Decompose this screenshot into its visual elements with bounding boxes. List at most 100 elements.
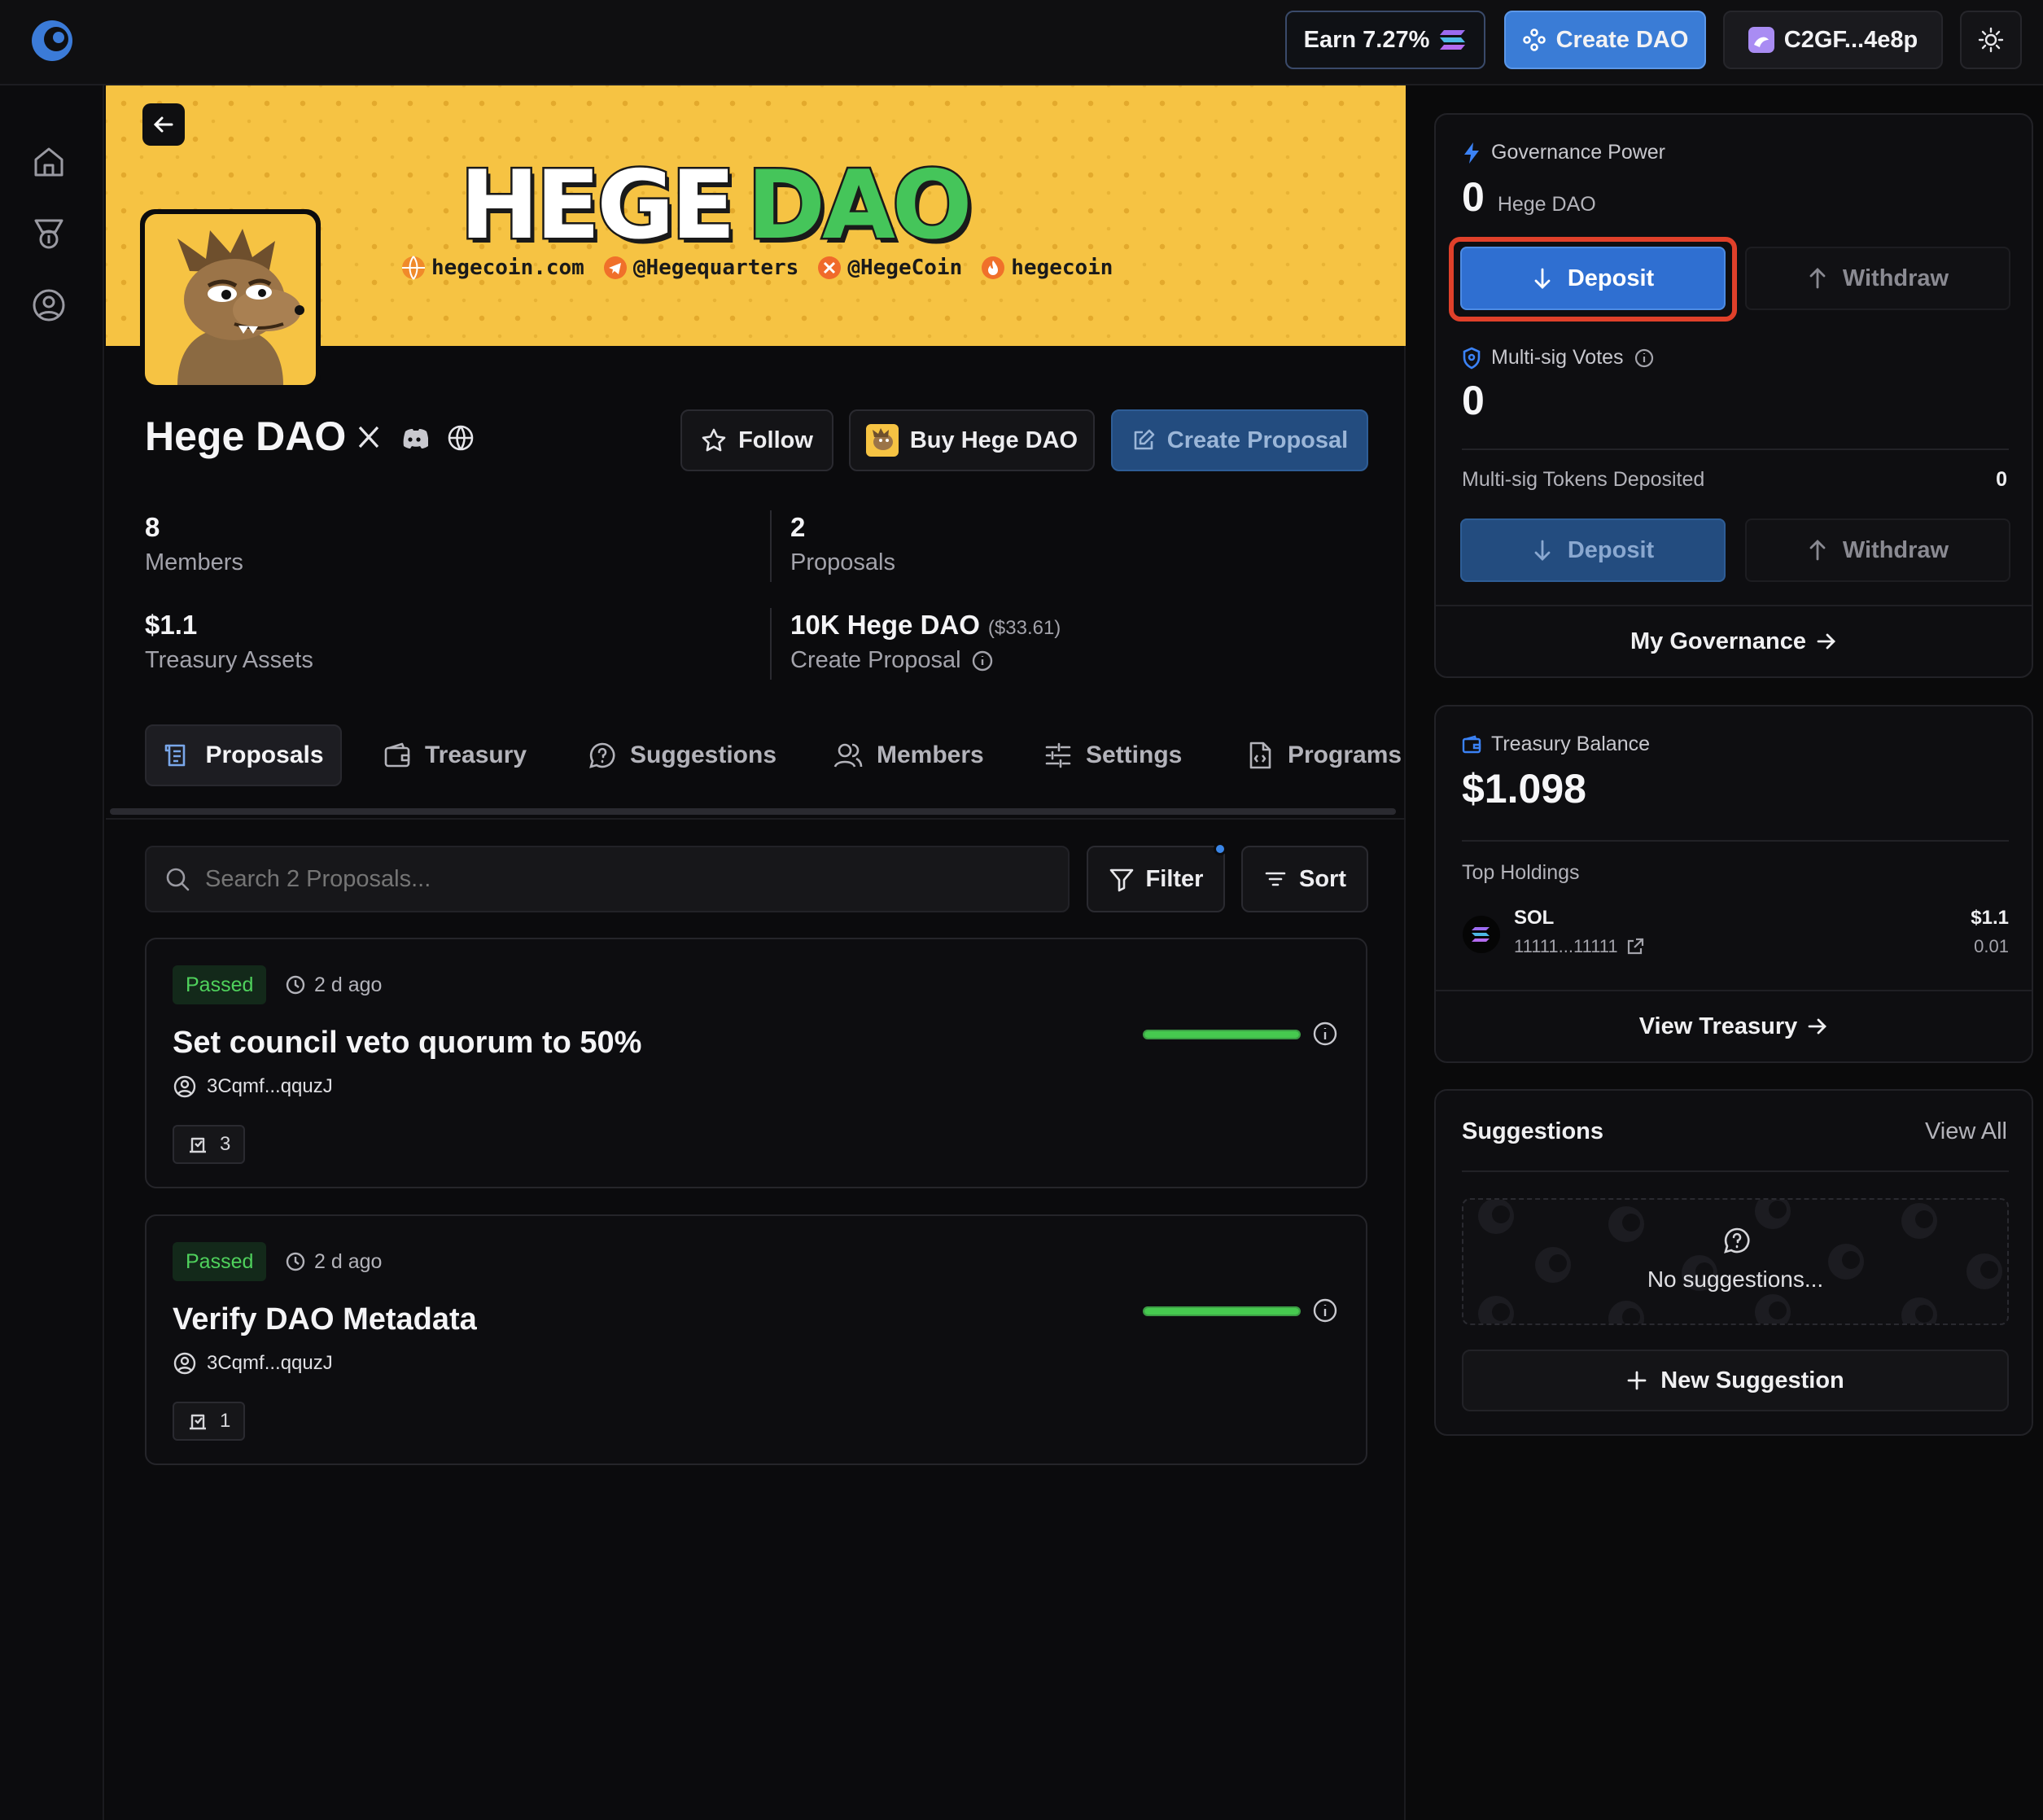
search-icon	[164, 866, 190, 892]
governance-title: Governance Power	[1462, 141, 1665, 164]
filter-button[interactable]: Filter	[1087, 842, 1227, 912]
panel-divider	[1462, 840, 2009, 842]
holding-row[interactable]: SOL 11111...11111 $1.1 0.01	[1462, 902, 2009, 967]
wallet-icon	[1462, 735, 1481, 755]
view-all-link[interactable]: View All	[1925, 1118, 2007, 1145]
multisig-value: 0	[1462, 378, 1485, 423]
x-logo-icon	[356, 424, 385, 450]
vote-progress-fill	[1144, 1031, 1299, 1038]
treasury-assets-value: $1.1	[145, 610, 198, 640]
tab-members[interactable]: Members	[833, 724, 984, 786]
proposal-card[interactable]: Passed 2 d ago Set council veto quorum t…	[145, 938, 1367, 1188]
dao-discord-link[interactable]	[400, 424, 430, 453]
proposal-title[interactable]: Set council veto quorum to 50%	[173, 1026, 641, 1061]
proposal-threshold: 10K Hege DAO ($33.61)	[790, 610, 1061, 640]
treasury-assets-label: Treasury Assets	[145, 647, 313, 673]
scroll-icon	[163, 741, 192, 770]
treasury-title: Treasury Balance	[1462, 733, 1650, 756]
sort-button[interactable]: Sort	[1241, 846, 1368, 912]
info-icon[interactable]	[971, 650, 994, 672]
banner-telegram-link[interactable]: @Hegequarters	[602, 255, 798, 281]
members-count: 8	[145, 512, 160, 542]
follow-button[interactable]: Follow	[680, 409, 833, 471]
ballot-icon	[187, 1134, 208, 1155]
globe-icon	[400, 255, 427, 281]
tab-treasury[interactable]: Treasury	[383, 724, 527, 786]
top-holdings-title: Top Holdings	[1462, 861, 1580, 884]
banner-title: HEGE DAO	[458, 151, 974, 260]
sidebar	[0, 85, 130, 1820]
arrow-up-icon	[1807, 539, 1828, 562]
governance-panel: Governance Power 0 Hege DAO Deposit With…	[1434, 113, 2033, 678]
info-icon[interactable]	[1634, 348, 1655, 369]
clock-icon	[285, 1251, 306, 1272]
x-logo-icon	[816, 255, 842, 281]
theme-toggle-button[interactable]	[1960, 11, 2022, 69]
my-governance-link[interactable]: My Governance	[1436, 606, 2032, 676]
create-dao-button[interactable]: Create DAO	[1504, 11, 1706, 69]
tab-programs[interactable]: Programs	[1245, 724, 1402, 786]
panel-divider	[1462, 1170, 2009, 1172]
main-content: HEGE DAO hegecoin.com @Hegequarters @Heg…	[106, 85, 1406, 1820]
banner-coin-link[interactable]: hegecoin	[980, 255, 1113, 281]
create-proposal-button[interactable]: Create Proposal	[1111, 409, 1368, 471]
tab-settings[interactable]: Settings	[1043, 724, 1182, 786]
user-circle-icon[interactable]	[29, 286, 68, 325]
vote-count-badge: 1	[173, 1402, 246, 1441]
proposal-title[interactable]: Verify DAO Metadata	[173, 1302, 477, 1337]
tab-suggestions[interactable]: Suggestions	[588, 724, 777, 786]
suggestions-title: Suggestions	[1462, 1118, 1604, 1144]
proposal-author: 3Cqmf...qquzJ	[173, 1074, 333, 1099]
back-button[interactable]	[142, 103, 185, 146]
governance-withdraw-button[interactable]: Withdraw	[1745, 247, 2010, 310]
multisig-tokens-label: Multi-sig Tokens Deposited	[1462, 468, 1705, 491]
treasury-panel: Treasury Balance $1.098 Top Holdings SOL…	[1434, 705, 2033, 1063]
governance-deposit-button[interactable]: Deposit	[1460, 247, 1726, 310]
stats-divider	[770, 608, 772, 680]
search-box[interactable]	[145, 846, 1070, 912]
medal-icon[interactable]	[29, 214, 68, 253]
governance-value: 0 Hege DAO	[1462, 174, 1596, 220]
plus-icon	[1626, 1370, 1647, 1391]
dao-x-link[interactable]	[356, 424, 385, 453]
chat-question-icon	[588, 741, 617, 770]
dao-website-link[interactable]	[447, 424, 476, 453]
wallet-button[interactable]: C2GF...4e8p	[1723, 11, 1943, 69]
proposal-card[interactable]: Passed 2 d ago Verify DAO Metadata 3Cqmf…	[145, 1214, 1367, 1465]
info-icon[interactable]	[1312, 1021, 1338, 1047]
buy-token-button[interactable]: Buy Hege DAO	[849, 409, 1095, 471]
status-badge: Passed	[173, 965, 267, 1004]
tabs-scrollbar[interactable]	[110, 808, 1396, 815]
sliders-icon	[1043, 741, 1073, 770]
view-treasury-link[interactable]: View Treasury	[1436, 991, 2032, 1061]
external-link-icon	[1626, 938, 1644, 956]
home-icon[interactable]	[29, 142, 68, 182]
chat-question-icon	[1722, 1226, 1752, 1255]
filter-icon	[1109, 866, 1135, 892]
search-input[interactable]	[205, 865, 1068, 893]
arrow-down-icon	[1532, 539, 1553, 562]
arrow-right-icon	[1807, 1017, 1828, 1036]
dao-name: Hege DAO	[145, 413, 347, 459]
multisig-deposit-button[interactable]: Deposit	[1460, 518, 1726, 582]
banner-x-link[interactable]: @HegeCoin	[816, 255, 962, 281]
banner-website-link[interactable]: hegecoin.com	[400, 255, 584, 281]
sun-icon	[1978, 27, 2004, 53]
users-icon	[833, 741, 864, 770]
app-logo-icon[interactable]	[29, 18, 75, 63]
new-suggestion-button[interactable]: New Suggestion	[1462, 1350, 2009, 1411]
holding-address[interactable]: 11111...11111	[1514, 936, 1644, 957]
tab-proposals[interactable]: Proposals	[145, 724, 342, 786]
wallet-avatar-icon	[1748, 27, 1774, 53]
members-label: Members	[145, 549, 243, 575]
edit-icon	[1131, 428, 1156, 453]
star-icon	[701, 427, 727, 453]
telegram-icon	[602, 255, 628, 281]
earn-button[interactable]: Earn 7.27%	[1285, 11, 1485, 69]
ballot-icon	[187, 1411, 208, 1432]
multisig-withdraw-button[interactable]: Withdraw	[1745, 518, 2010, 582]
solana-icon	[1439, 28, 1467, 51]
wallet-icon	[383, 741, 412, 770]
file-code-icon	[1245, 741, 1275, 770]
info-icon[interactable]	[1312, 1297, 1338, 1323]
